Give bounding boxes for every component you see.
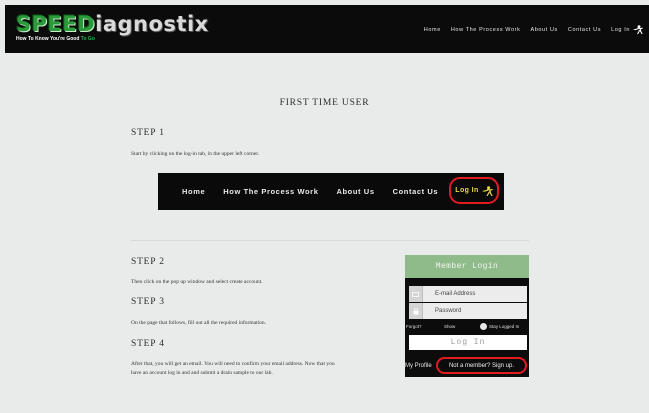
screenshot-login-label: Log In bbox=[455, 187, 479, 194]
step4-heading: STEP 4 bbox=[131, 339, 165, 349]
member-login-header: Member Login bbox=[405, 255, 529, 278]
logo-tagline-main: How To Know You're Good bbox=[16, 36, 81, 42]
screenshot-nav-contact: Contact Us bbox=[392, 187, 439, 196]
screenshot-nav-process: How The Process Work bbox=[223, 187, 319, 196]
nav-contact[interactable]: Contact Us bbox=[568, 27, 601, 33]
top-navigation-bar: SPEEDiagnostix How To Know You're Good T… bbox=[5, 5, 649, 53]
password-field: Password bbox=[409, 303, 527, 319]
main-content: FIRST TIME USER STEP 1 Start by clicking… bbox=[0, 53, 649, 413]
screenshot-nav-home: Home bbox=[182, 187, 206, 196]
step3-text: On the page that follows, fill out all t… bbox=[131, 320, 267, 326]
logo-speed-text: SPEED bbox=[16, 12, 96, 36]
screenshot-login-highlight: Log In bbox=[449, 177, 499, 204]
step3-heading: STEP 3 bbox=[131, 297, 165, 307]
step1-text: Start by clicking on the log-in tab, in … bbox=[131, 151, 260, 157]
login-options-row: Forgot? Show Stay Logged In bbox=[406, 323, 528, 330]
site-logo[interactable]: SPEEDiagnostix How To Know You're Good T… bbox=[16, 13, 209, 42]
nav-home[interactable]: Home bbox=[424, 27, 441, 33]
password-field-placeholder: Password bbox=[435, 308, 462, 314]
member-login-widget-image: Member Login E-mail Address Password For… bbox=[405, 255, 529, 377]
stay-logged-in: Stay Logged In bbox=[480, 323, 519, 330]
nav-process[interactable]: How The Process Work bbox=[451, 27, 521, 33]
logo-tagline: How To Know You're Good To Go bbox=[16, 36, 209, 42]
member-login-button-label: Log In bbox=[450, 338, 486, 347]
email-field-icon bbox=[409, 286, 423, 302]
member-login-button: Log In bbox=[409, 335, 527, 350]
stay-logged-in-label: Stay Logged In bbox=[489, 324, 520, 329]
logo-wordmark: SPEEDiagnostix bbox=[16, 13, 209, 35]
stay-logged-in-radio-icon bbox=[480, 323, 487, 330]
nav-login-label: Log In bbox=[611, 26, 630, 33]
step4-text-line1: After that, you will get an email. You w… bbox=[131, 361, 335, 367]
screenshot-login-person-icon bbox=[482, 185, 493, 196]
step2-heading: STEP 2 bbox=[131, 257, 165, 267]
login-person-icon bbox=[633, 25, 643, 34]
nav-screenshot-image: Home How The Process Work About Us Conta… bbox=[158, 173, 504, 210]
forgot-link: Forgot? bbox=[406, 324, 422, 329]
nav-about[interactable]: About Us bbox=[530, 27, 557, 33]
logo-tagline-accent: To Go bbox=[80, 36, 95, 42]
email-field-placeholder: E-mail Address bbox=[435, 291, 476, 297]
lock-icon bbox=[409, 303, 423, 319]
show-password-link: Show bbox=[444, 324, 456, 329]
step4-text-line2: have an account log in and and submit a … bbox=[131, 370, 273, 376]
my-profile-link: My Profile bbox=[405, 363, 432, 369]
nav-login[interactable]: Log In bbox=[611, 25, 643, 34]
section-divider bbox=[131, 240, 529, 241]
signup-link: Not a member? Sign up. bbox=[448, 362, 515, 369]
logo-diagnostix-text: iagnostix bbox=[95, 12, 209, 36]
member-login-title: Member Login bbox=[435, 262, 499, 271]
page-title: FIRST TIME USER bbox=[279, 98, 370, 108]
step1-heading: STEP 1 bbox=[131, 128, 165, 138]
main-nav: Home How The Process Work About Us Conta… bbox=[424, 25, 643, 34]
signup-highlight: Not a member? Sign up. bbox=[436, 357, 527, 374]
step2-text: Then click on the pop up window and sele… bbox=[131, 279, 263, 285]
email-field: E-mail Address bbox=[409, 286, 527, 302]
screenshot-nav-about: About Us bbox=[336, 187, 375, 196]
